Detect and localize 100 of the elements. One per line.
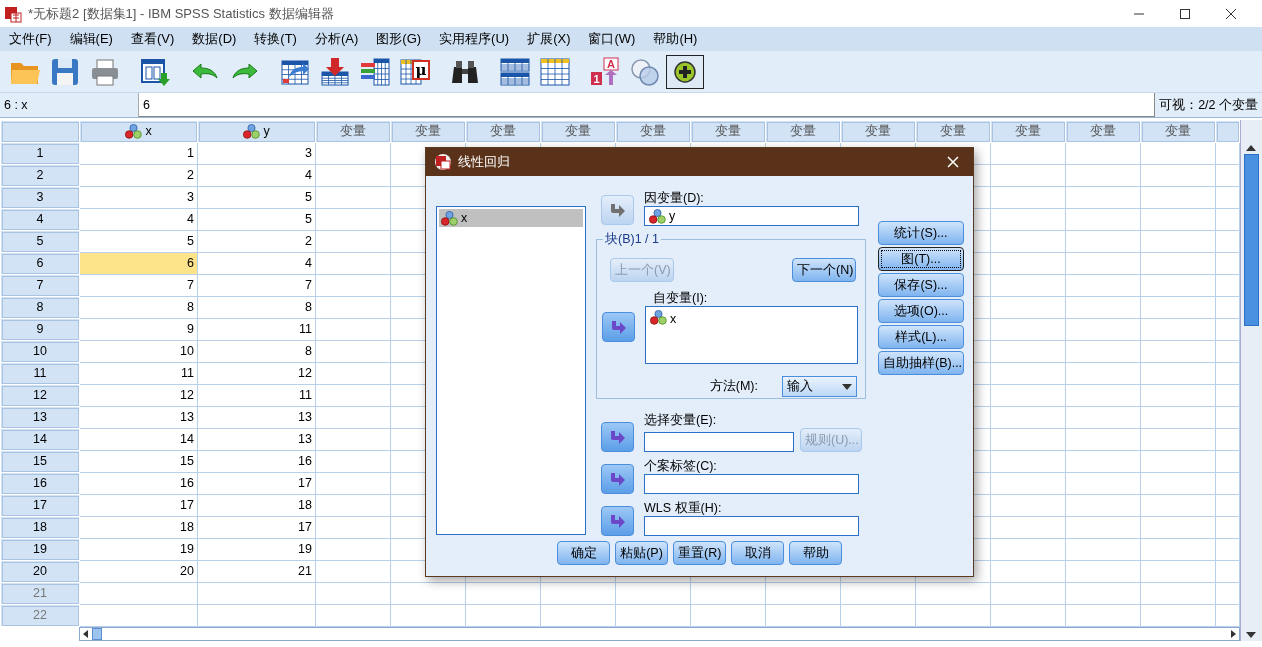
menu-item[interactable]: 窗口(W) <box>579 27 645 51</box>
table-cell[interactable]: 7 <box>79 274 198 297</box>
table-cell[interactable]: 17 <box>79 494 198 517</box>
column-header[interactable]: 变量 <box>1065 120 1141 143</box>
table-cell[interactable]: 16 <box>197 450 316 473</box>
row-header[interactable]: 4 <box>0 208 80 231</box>
column-header[interactable]: 变量 <box>990 120 1066 143</box>
table-cell[interactable]: 11 <box>197 318 316 341</box>
row-header[interactable]: 14 <box>0 428 80 451</box>
table-cell[interactable]: 18 <box>197 494 316 517</box>
dialog-button[interactable]: 样式(L)... <box>878 325 964 349</box>
dialog-button[interactable]: 自助抽样(B)... <box>878 351 964 375</box>
table-cell[interactable]: 3 <box>79 186 198 209</box>
column-header[interactable]: 变量 <box>690 120 766 143</box>
row-header[interactable]: 15 <box>0 450 80 473</box>
table-cell[interactable]: 18 <box>79 516 198 539</box>
menu-item[interactable]: 数据(D) <box>183 27 246 51</box>
column-header[interactable]: 变量 <box>840 120 916 143</box>
menu-item[interactable]: 图形(G) <box>367 27 431 51</box>
menu-item[interactable]: 转换(T) <box>245 27 306 51</box>
table-cell[interactable]: 19 <box>79 538 198 561</box>
row-header[interactable]: 8 <box>0 296 80 319</box>
table-cell[interactable]: 4 <box>197 252 316 275</box>
column-header[interactable]: 变量 <box>615 120 691 143</box>
table-cell[interactable]: 1 <box>79 142 198 165</box>
table-cell[interactable]: 10 <box>79 340 198 363</box>
arrow-button[interactable] <box>602 312 635 342</box>
table-cell[interactable]: 13 <box>197 428 316 451</box>
table-cell[interactable]: 13 <box>197 406 316 429</box>
column-header[interactable]: 变量 <box>465 120 541 143</box>
column-header[interactable]: y <box>197 120 316 143</box>
row-header[interactable]: 9 <box>0 318 80 341</box>
row-header[interactable]: 17 <box>0 494 80 517</box>
independent-list[interactable]: x <box>645 306 858 364</box>
cell-value-field[interactable]: 6 <box>139 93 1155 117</box>
table-cell[interactable]: 5 <box>79 230 198 253</box>
column-header[interactable]: 变量 <box>915 120 991 143</box>
scrollbar-thumb[interactable] <box>1244 154 1259 326</box>
dialog-button[interactable]: 取消 <box>731 541 784 565</box>
row-header[interactable]: 6 <box>0 252 80 275</box>
table-cell[interactable]: 9 <box>79 318 198 341</box>
dialog-button[interactable]: 粘贴(P) <box>615 541 668 565</box>
menu-item[interactable]: 查看(V) <box>121 27 184 51</box>
dialog-button[interactable]: 统计(S)... <box>878 221 964 245</box>
row-header[interactable]: 21 <box>0 582 80 605</box>
table-cell[interactable]: 8 <box>197 340 316 363</box>
table-cell[interactable]: 17 <box>197 472 316 495</box>
table-cell[interactable]: 14 <box>79 428 198 451</box>
dialog-button[interactable]: 保存(S)... <box>878 273 964 297</box>
table-cell[interactable]: 5 <box>197 208 316 231</box>
menu-item[interactable]: 帮助(H) <box>644 27 707 51</box>
row-header[interactable]: 3 <box>0 186 80 209</box>
dialog-button[interactable]: 确定 <box>557 541 610 565</box>
method-dropdown[interactable]: 输入 <box>782 376 857 397</box>
column-header[interactable]: 变量 <box>540 120 616 143</box>
row-header[interactable]: 18 <box>0 516 80 539</box>
column-header[interactable]: 变量 <box>1140 120 1216 143</box>
dependent-field[interactable]: y <box>644 206 859 226</box>
menu-item[interactable]: 文件(F) <box>0 27 61 51</box>
table-cell[interactable]: 12 <box>79 384 198 407</box>
table-cell[interactable]: 2 <box>79 164 198 187</box>
input-field[interactable] <box>644 432 794 452</box>
table-cell[interactable]: 20 <box>79 560 198 583</box>
table-cell[interactable]: 11 <box>197 384 316 407</box>
table-cell[interactable]: 7 <box>197 274 316 297</box>
row-header[interactable]: 2 <box>0 164 80 187</box>
input-field[interactable] <box>644 516 859 536</box>
table-cell[interactable]: 8 <box>197 296 316 319</box>
column-header[interactable]: x <box>79 120 198 143</box>
table-cell[interactable]: 16 <box>79 472 198 495</box>
scrollbar-thumb[interactable] <box>92 628 102 640</box>
row-header[interactable]: 10 <box>0 340 80 363</box>
arrow-button[interactable] <box>601 464 634 494</box>
table-cell[interactable]: 2 <box>197 230 316 253</box>
table-cell[interactable]: 13 <box>79 406 198 429</box>
arrow-button[interactable] <box>601 422 634 452</box>
dialog-button[interactable]: 帮助 <box>789 541 842 565</box>
table-cell[interactable]: 21 <box>197 560 316 583</box>
column-header[interactable]: 变量 <box>315 120 391 143</box>
input-field[interactable] <box>644 474 859 494</box>
table-cell[interactable]: 15 <box>79 450 198 473</box>
table-cell[interactable]: 11 <box>79 362 198 385</box>
row-header[interactable]: 13 <box>0 406 80 429</box>
arrow-button[interactable] <box>601 506 634 536</box>
table-cell[interactable]: 17 <box>197 516 316 539</box>
menu-item[interactable]: 编辑(E) <box>60 27 122 51</box>
table-cell[interactable]: 4 <box>197 164 316 187</box>
menu-item[interactable]: 分析(A) <box>305 27 368 51</box>
row-header[interactable]: 19 <box>0 538 80 561</box>
dialog-button[interactable]: 图(T)... <box>878 247 964 271</box>
table-cell[interactable]: 12 <box>197 362 316 385</box>
row-header[interactable]: 7 <box>0 274 80 297</box>
row-header[interactable]: 20 <box>0 560 80 583</box>
row-header[interactable]: 5 <box>0 230 80 253</box>
table-cell[interactable]: 19 <box>197 538 316 561</box>
row-header[interactable]: 22 <box>0 604 80 627</box>
table-cell[interactable]: 3 <box>197 142 316 165</box>
column-header[interactable]: 变量 <box>390 120 466 143</box>
column-header[interactable]: 变量 <box>765 120 841 143</box>
table-cell[interactable]: 4 <box>79 208 198 231</box>
